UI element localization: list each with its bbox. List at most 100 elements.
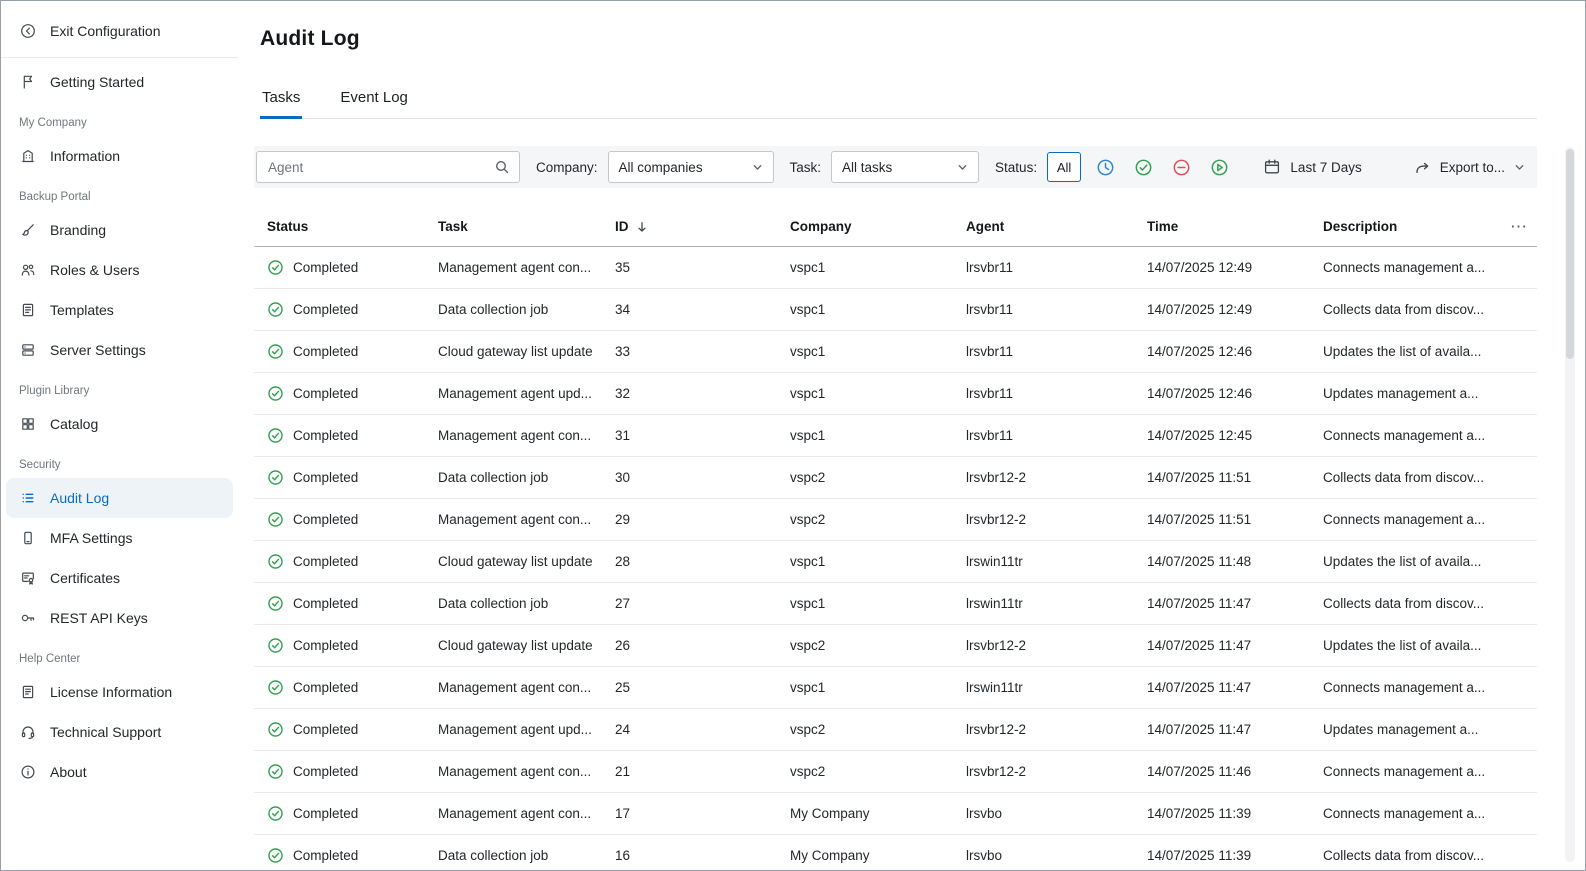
column-header-id[interactable]: ID	[607, 206, 782, 247]
row-menu-cell	[1501, 793, 1537, 835]
company-select[interactable]: All companies	[608, 151, 774, 183]
agent-cell: lrsvbr12-2	[958, 457, 1139, 499]
agent-cell: lrsvbr11	[958, 247, 1139, 289]
table-row[interactable]: CompletedManagement agent con...17My Com…	[254, 793, 1537, 835]
export-button[interactable]: Export to...	[1414, 159, 1525, 176]
table-row[interactable]: CompletedData collection job16My Company…	[254, 835, 1537, 871]
status-filter-running-button[interactable]	[1205, 153, 1233, 181]
table-row[interactable]: CompletedData collection job30vspc2lrsvb…	[254, 457, 1537, 499]
certificate-icon	[19, 569, 37, 587]
company-cell: vspc2	[782, 457, 958, 499]
column-header-id-label: ID	[615, 219, 629, 234]
id-cell: 31	[607, 415, 782, 457]
table-row[interactable]: CompletedManagement agent con...31vspc1l…	[254, 415, 1537, 457]
agent-cell: lrsvbo	[958, 793, 1139, 835]
table-row[interactable]: CompletedData collection job34vspc1lrsvb…	[254, 289, 1537, 331]
date-range-label: Last 7 Days	[1290, 160, 1361, 175]
table-row[interactable]: CompletedManagement agent upd...24vspc2l…	[254, 709, 1537, 751]
column-header-task[interactable]: Task	[430, 206, 607, 247]
time-cell: 14/07/2025 11:39	[1139, 835, 1315, 871]
sidebar-item-branding[interactable]: Branding	[1, 210, 238, 250]
table-row[interactable]: CompletedCloud gateway list update33vspc…	[254, 331, 1537, 373]
tab-event-log[interactable]: Event Log	[338, 81, 410, 118]
tab-tasks[interactable]: Tasks	[260, 81, 302, 118]
templates-icon	[19, 301, 37, 319]
sidebar-item-audit-log[interactable]: Audit Log	[6, 478, 233, 518]
status-text: Completed	[293, 722, 358, 737]
description-cell: Updates the list of availa...	[1315, 625, 1501, 667]
completed-icon	[267, 763, 284, 780]
id-cell: 17	[607, 793, 782, 835]
sidebar-item-server-settings[interactable]: Server Settings	[1, 330, 238, 370]
id-cell: 21	[607, 751, 782, 793]
completed-icon	[267, 343, 284, 360]
sidebar-item-label: Audit Log	[50, 490, 109, 506]
completed-icon	[267, 301, 284, 318]
sidebar-item-catalog[interactable]: Catalog	[1, 404, 238, 444]
column-header-company[interactable]: Company	[782, 206, 958, 247]
calendar-icon	[1263, 158, 1281, 176]
row-menu-cell	[1501, 583, 1537, 625]
description-cell: Updates the list of availa...	[1315, 541, 1501, 583]
table-header-row: Status Task ID Company Agent Time Descri…	[254, 206, 1537, 247]
status-filter-cancelled-button[interactable]	[1167, 153, 1195, 181]
sidebar-item-technical-support[interactable]: Technical Support	[1, 712, 238, 752]
date-range-button[interactable]: Last 7 Days	[1263, 158, 1361, 176]
column-header-agent[interactable]: Agent	[958, 206, 1139, 247]
sidebar-item-roles-users[interactable]: Roles & Users	[1, 250, 238, 290]
column-chooser-button[interactable]: ⋯	[1510, 218, 1527, 235]
task-select[interactable]: All tasks	[831, 151, 979, 183]
column-header-time[interactable]: Time	[1139, 206, 1315, 247]
status-filter-label: Status:	[995, 160, 1037, 175]
sidebar-section-title: Help Center	[1, 638, 238, 672]
back-icon	[19, 22, 37, 40]
sidebar-item-templates[interactable]: Templates	[1, 290, 238, 330]
id-cell: 16	[607, 835, 782, 871]
sidebar-item-information[interactable]: Information	[1, 136, 238, 176]
agent-cell: lrsvbr12-2	[958, 751, 1139, 793]
scrollbar-thumb[interactable]	[1566, 149, 1574, 359]
agent-search-input[interactable]	[266, 159, 494, 176]
table-row[interactable]: CompletedManagement agent upd...32vspc1l…	[254, 373, 1537, 415]
id-cell: 27	[607, 583, 782, 625]
sidebar-item-getting-started[interactable]: Getting Started	[1, 62, 238, 102]
audit-log-table: Status Task ID Company Agent Time Descri…	[254, 206, 1537, 871]
sidebar-item-license-information[interactable]: License Information	[1, 672, 238, 712]
search-icon[interactable]	[494, 159, 510, 175]
table-row[interactable]: CompletedData collection job27vspc1lrswi…	[254, 583, 1537, 625]
tab-bar: Tasks Event Log	[260, 81, 1537, 119]
column-header-status[interactable]: Status	[254, 206, 430, 247]
table-row[interactable]: CompletedCloud gateway list update26vspc…	[254, 625, 1537, 667]
status-filter-completed-button[interactable]	[1129, 153, 1157, 181]
description-cell: Connects management a...	[1315, 415, 1501, 457]
sidebar-item-label: REST API Keys	[50, 610, 148, 626]
table-row[interactable]: CompletedManagement agent con...35vspc1l…	[254, 247, 1537, 289]
sidebar-item-rest-api-keys[interactable]: REST API Keys	[1, 598, 238, 638]
table-row[interactable]: CompletedCloud gateway list update28vspc…	[254, 541, 1537, 583]
time-cell: 14/07/2025 11:47	[1139, 709, 1315, 751]
sidebar-exit-configuration[interactable]: Exit Configuration	[1, 9, 238, 53]
row-menu-cell	[1501, 709, 1537, 751]
sidebar-section-title: Backup Portal	[1, 176, 238, 210]
sidebar-item-certificates[interactable]: Certificates	[1, 558, 238, 598]
column-header-description[interactable]: Description	[1315, 206, 1501, 247]
vertical-scrollbar[interactable]	[1565, 147, 1575, 862]
task-cell: Management agent con...	[430, 499, 607, 541]
table-row[interactable]: CompletedManagement agent con...25vspc1l…	[254, 667, 1537, 709]
table-row[interactable]: CompletedManagement agent con...21vspc2l…	[254, 751, 1537, 793]
table-row[interactable]: CompletedManagement agent con...29vspc2l…	[254, 499, 1537, 541]
sidebar-item-mfa-settings[interactable]: MFA Settings	[1, 518, 238, 558]
company-cell: vspc1	[782, 331, 958, 373]
task-cell: Data collection job	[430, 835, 607, 871]
company-cell: My Company	[782, 835, 958, 871]
status-filter-pending-button[interactable]	[1091, 153, 1119, 181]
status-filter-all-button[interactable]: All	[1047, 152, 1081, 182]
status-text: Completed	[293, 386, 358, 401]
completed-icon	[267, 259, 284, 276]
status-cell: Completed	[254, 835, 430, 871]
agent-cell: lrsvbr11	[958, 415, 1139, 457]
company-cell: vspc2	[782, 751, 958, 793]
sidebar-item-about[interactable]: About	[1, 752, 238, 792]
company-information-icon	[19, 147, 37, 165]
status-cell: Completed	[254, 457, 430, 499]
